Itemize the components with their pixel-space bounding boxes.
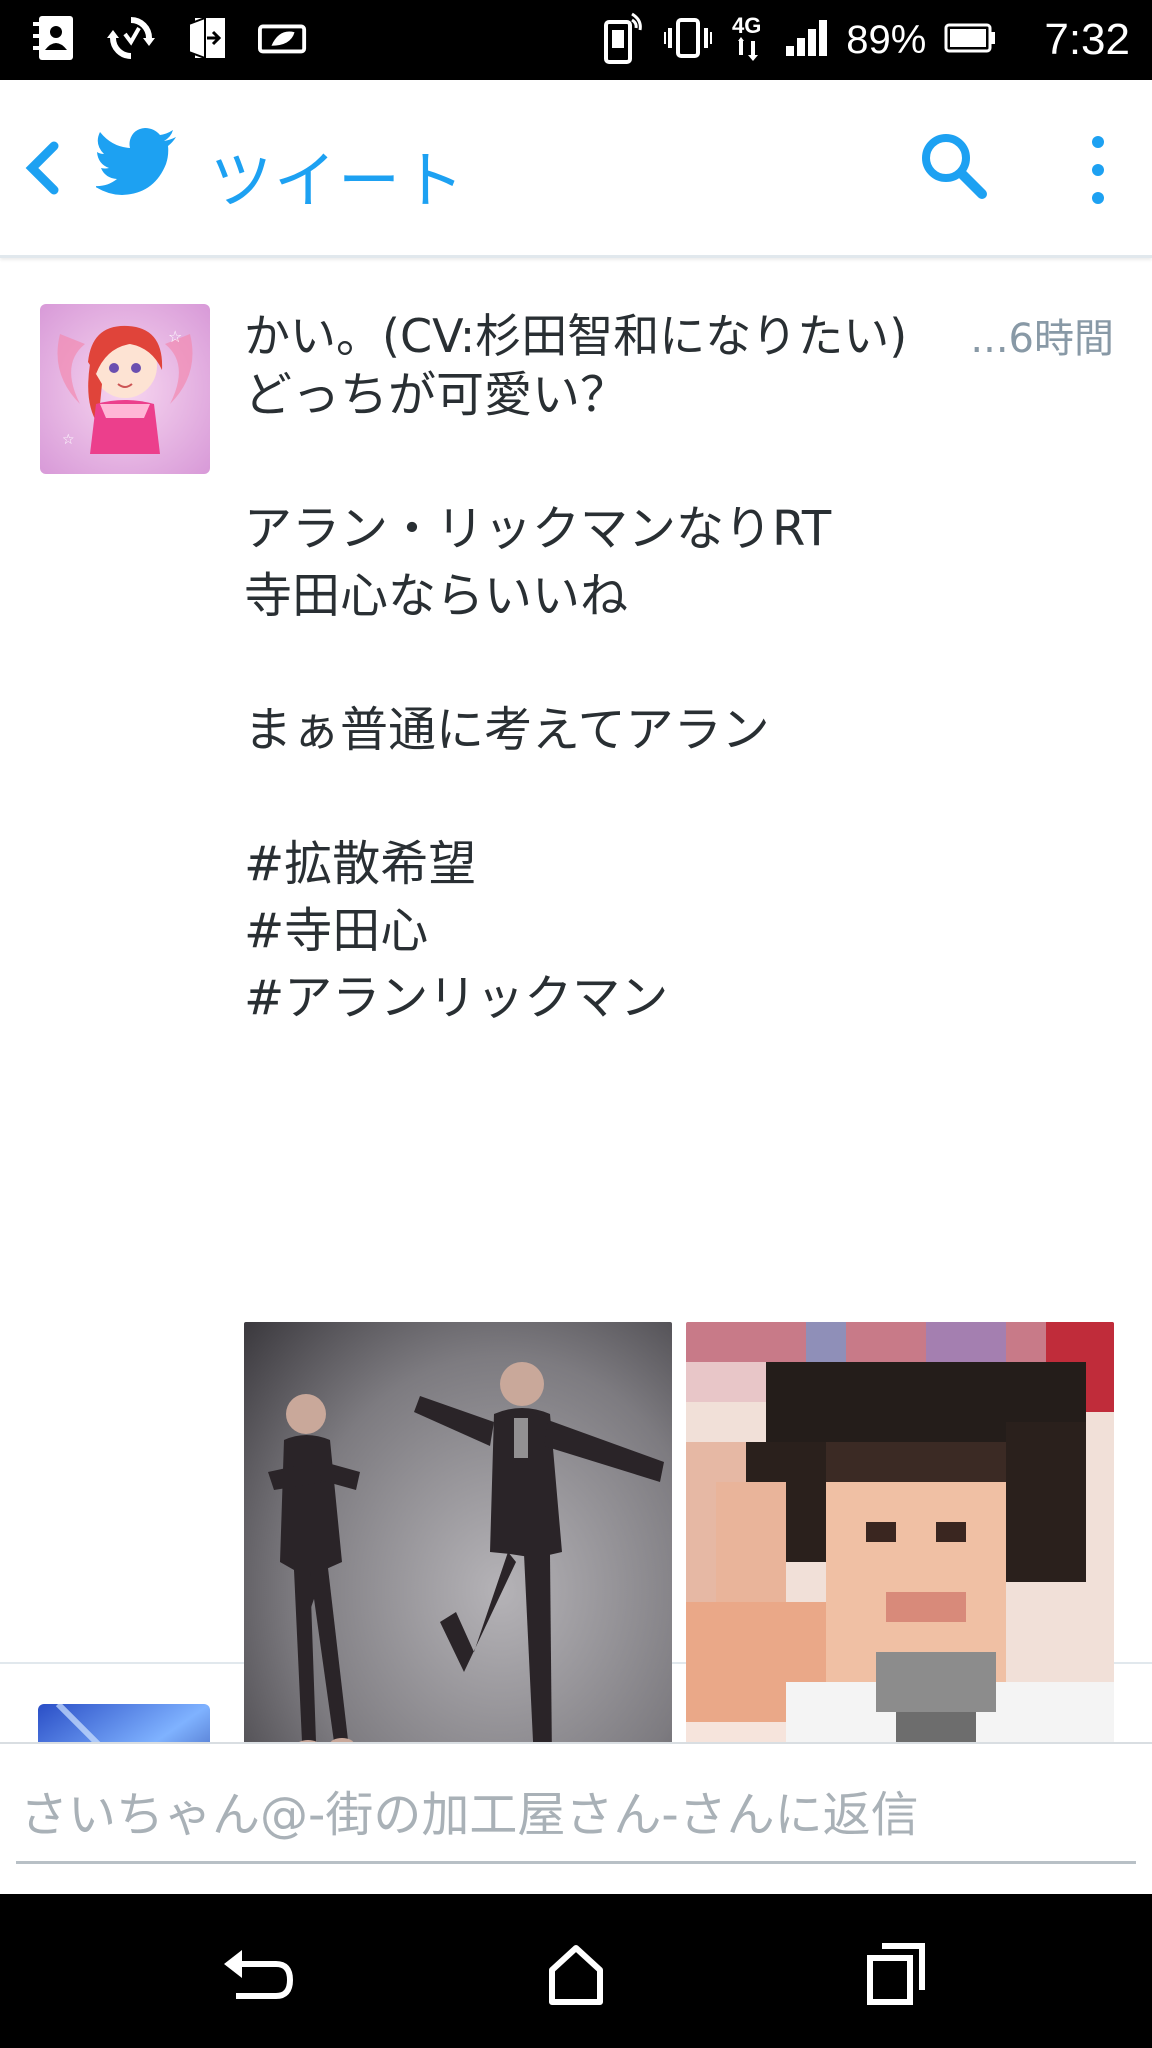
hashtag[interactable]: #寺田心 bbox=[244, 898, 1114, 965]
network-4g-icon: 4G bbox=[730, 11, 766, 69]
nav-back-button[interactable] bbox=[216, 1934, 296, 2010]
svg-text:☆: ☆ bbox=[62, 432, 75, 448]
tweet-line: 寺田心ならいいね bbox=[244, 568, 629, 624]
page-title: ツイート bbox=[210, 144, 467, 217]
tweet-line: どっちが可愛い？ bbox=[244, 367, 629, 423]
back-button[interactable] bbox=[18, 138, 68, 198]
svg-text:4G: 4G bbox=[732, 13, 761, 38]
tweet: ☆ ☆ かい。(CV:杉田智和になりたい) ...6時間 どっちが可愛い？ アラ… bbox=[0, 262, 1152, 1896]
reply-input[interactable] bbox=[16, 1768, 1136, 1864]
reply-bar bbox=[0, 1742, 1152, 1894]
more-options-button[interactable] bbox=[1080, 132, 1116, 208]
tweet-header: かい。(CV:杉田智和になりたい) ...6時間 bbox=[244, 300, 1114, 363]
battery-percent: 89% bbox=[846, 17, 927, 62]
nav-recent-apps-button[interactable] bbox=[856, 1934, 936, 2010]
signal-icon bbox=[784, 18, 828, 62]
app-bar: ツイート bbox=[0, 80, 1152, 258]
tweet-line: まぁ普通に考えてアラン bbox=[244, 702, 770, 758]
avatar[interactable] bbox=[38, 1704, 210, 1742]
clock: 7:32 bbox=[1044, 15, 1130, 64]
more-vertical-icon bbox=[1092, 136, 1104, 204]
back-arrow-icon bbox=[224, 1950, 294, 1999]
nfc-phone-icon bbox=[602, 10, 646, 70]
battery-icon bbox=[944, 23, 996, 57]
leaf-icon bbox=[258, 12, 308, 64]
search-button[interactable] bbox=[918, 130, 990, 202]
tweet-line bbox=[244, 630, 1114, 697]
hashtag[interactable]: #アランリックマン bbox=[244, 965, 1114, 1032]
hashtag[interactable]: #拡散希望 bbox=[244, 831, 1114, 898]
display-name[interactable]: かい。(CV:杉田智和になりたい) bbox=[244, 309, 907, 363]
status-bar: 4G 89% 7:32 bbox=[0, 0, 1152, 80]
recent-apps-icon bbox=[867, 1943, 925, 2005]
system-nav-bar bbox=[0, 1894, 1152, 2048]
tweet-line: アラン・リックマンなりRT bbox=[244, 501, 832, 557]
tweet-text: どっちが可愛い？ アラン・リックマンなりRT 寺田心ならいいね まぁ普通に考えて… bbox=[244, 362, 1114, 1032]
exit-app-icon bbox=[182, 12, 232, 64]
search-icon bbox=[922, 134, 987, 199]
chevron-left-icon bbox=[25, 141, 59, 195]
twitter-bird-icon bbox=[94, 128, 178, 200]
nav-home-button[interactable] bbox=[536, 1934, 616, 2010]
home-icon bbox=[549, 1945, 603, 2005]
svg-text:☆: ☆ bbox=[168, 327, 182, 346]
next-tweet-preview[interactable] bbox=[0, 1668, 1152, 1742]
vibrate-icon bbox=[662, 14, 715, 66]
tweet-line bbox=[244, 429, 1114, 496]
avatar[interactable]: ☆ ☆ bbox=[40, 304, 210, 474]
tweet-timestamp: ...6時間 bbox=[970, 316, 1114, 362]
tweet-line bbox=[244, 764, 1114, 831]
contacts-icon bbox=[30, 12, 80, 64]
sync-icon bbox=[106, 12, 156, 64]
